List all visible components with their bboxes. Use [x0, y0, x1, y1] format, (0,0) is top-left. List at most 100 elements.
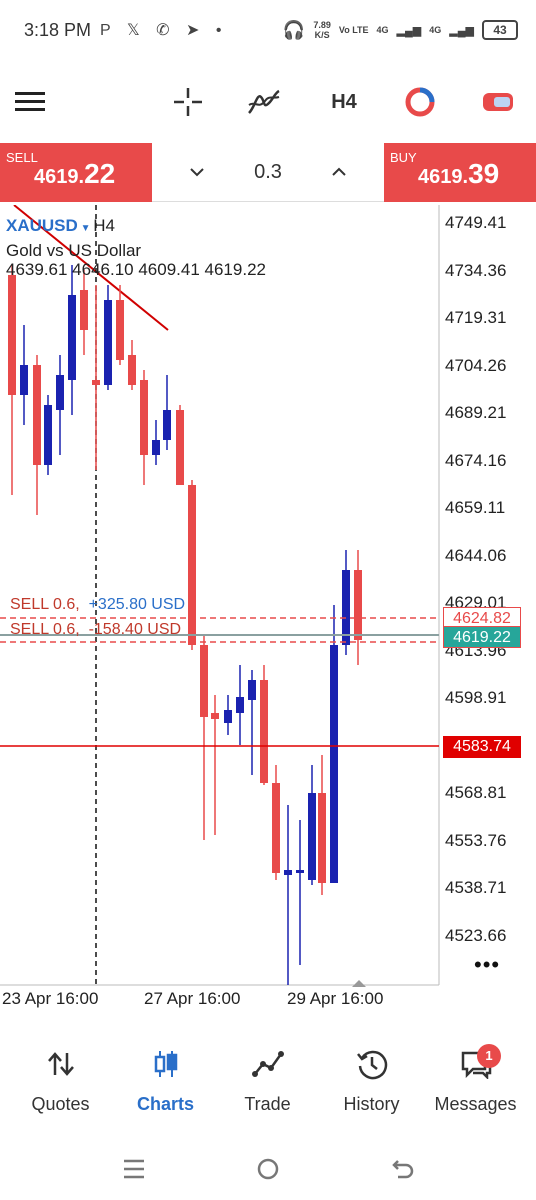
chevron-up-icon[interactable] [330, 163, 348, 186]
candle-body [116, 300, 124, 360]
price-axis-label: 4704.26 [445, 355, 507, 375]
network-4g-2: 4G [429, 25, 442, 35]
status-time: 3:18 PM [24, 20, 92, 40]
chart-header: XAUUSD ▼ H4 Gold vs US Dollar [6, 215, 141, 262]
speed-indicator: 7.89 K/S [313, 20, 331, 40]
candle-body [152, 440, 160, 455]
candle-body [318, 793, 326, 883]
candle-body [308, 793, 316, 880]
scroll-marker-icon [352, 980, 366, 987]
candle-body [236, 697, 244, 713]
ohlc-values: 4639.61 4646.10 4609.41 4619.22 [6, 260, 266, 279]
candle-body [140, 380, 148, 455]
price-axis-label: 4674.16 [445, 450, 507, 470]
time-label: 27 Apr 16:00 [144, 989, 241, 1008]
candle-body [163, 410, 171, 440]
sell-button[interactable]: SELL 4619.22 [0, 143, 152, 202]
bid-price-tag: 4619.22 [443, 626, 521, 648]
candle-body [128, 355, 136, 385]
price-axis-label: 4644.06 [445, 545, 507, 565]
level-price-tag: 4583.74 [443, 736, 521, 758]
system-navigation [0, 1140, 536, 1200]
crosshair-icon[interactable] [170, 82, 206, 122]
candle-body [211, 713, 219, 719]
symbol-description: Gold vs US Dollar [6, 241, 142, 260]
order-label-1: SELL 0.6, +325.80 USD [10, 596, 186, 613]
candle-body [188, 485, 196, 645]
signal-icon-2: ▂▄▆ [449, 24, 474, 37]
notification-icons: P 𝕏 ✆ ➤ • [100, 22, 228, 39]
volume-value[interactable]: 0.3 [152, 161, 384, 184]
network-volte: Vo LTE [338, 25, 369, 35]
symbol-dropdown-icon[interactable]: ▼ [78, 223, 93, 234]
buy-button[interactable]: BUY 4619.39 [384, 143, 536, 202]
nav-messages[interactable]: 1 Messages [422, 1030, 529, 1130]
candle-body [8, 275, 16, 395]
more-dots-icon[interactable]: ••• [474, 952, 500, 978]
messages-badge: 1 [477, 1044, 501, 1068]
candle-body [354, 570, 362, 640]
candle-body [260, 680, 268, 783]
time-label: 29 Apr 16:00 [287, 989, 384, 1008]
nav-trade[interactable]: Trade [214, 1030, 321, 1130]
price-axis-label: 4598.91 [445, 688, 507, 707]
recent-apps-icon[interactable] [122, 1158, 146, 1185]
candle-body [176, 410, 184, 485]
candle-body [68, 295, 76, 380]
candle-body [20, 365, 28, 395]
candle-body [342, 570, 350, 645]
status-bar: 3:18 PM P 𝕏 ✆ ➤ • 🎧 7.89 K/S Vo LTE 4G ▂▄… [0, 0, 536, 62]
order-label-2: SELL 0.6, -158.40 USD [10, 621, 182, 638]
network-4g-1: 4G [376, 25, 389, 35]
history-clock-icon [318, 1048, 425, 1080]
back-icon[interactable] [390, 1157, 414, 1186]
battery-indicator: 43 [482, 20, 518, 40]
candle-body [80, 290, 88, 330]
buy-label: BUY [390, 150, 417, 165]
nav-charts[interactable]: Charts [112, 1030, 219, 1130]
timeframe-button[interactable]: H4 [324, 82, 364, 122]
candle-body [92, 380, 100, 385]
trade-panel: SELL 4619.22 0.3 BUY 4619.39 [0, 143, 536, 204]
sell-price: 4619.22 [34, 158, 116, 189]
home-icon[interactable] [256, 1157, 280, 1186]
chart-timeframe: H4 [93, 216, 115, 235]
price-axis-label: 4523.66 [445, 925, 507, 945]
price-axis-label: 4734.36 [445, 260, 507, 280]
messages-icon: 1 [422, 1044, 529, 1080]
indicators-icon[interactable] [246, 82, 282, 122]
price-axis-label: 4659.11 [445, 498, 506, 517]
candle-body [200, 645, 208, 717]
candle-body [248, 680, 256, 700]
candle-body [330, 645, 338, 883]
candle-body [272, 783, 280, 873]
trade-line-icon [214, 1048, 321, 1080]
candle-body [56, 375, 64, 410]
candles-icon [112, 1048, 219, 1080]
one-click-trading-icon[interactable] [480, 82, 516, 122]
candle-body [296, 870, 304, 873]
candle-body [224, 710, 232, 723]
volume-control: 0.3 [152, 143, 384, 202]
bottom-navigation: Quotes Charts Trade History 1 Messages [0, 1030, 536, 1130]
buy-price: 4619.39 [418, 158, 500, 189]
time-label: 23 Apr 16:00 [2, 989, 99, 1008]
trade-ring-icon[interactable] [402, 82, 438, 122]
chart-toolbar: H4 [0, 62, 536, 142]
candle-body [104, 300, 112, 385]
price-axis-label: 4749.41 [445, 213, 507, 232]
candle-body [33, 365, 41, 465]
candle-body [284, 870, 292, 875]
headset-icon: 🎧 [282, 19, 306, 40]
price-axis-label: 4568.81 [445, 783, 507, 802]
candle-body [44, 405, 52, 465]
nav-quotes[interactable]: Quotes [7, 1030, 114, 1130]
status-right: 🎧 7.89 K/S Vo LTE 4G ▂▄▆ 4G ▂▄▆ 43 [283, 16, 518, 44]
symbol-name[interactable]: XAUUSD [6, 216, 78, 235]
quotes-arrows-icon [7, 1048, 114, 1080]
nav-history[interactable]: History [318, 1030, 425, 1130]
price-chart[interactable]: XAUUSD ▼ H4 Gold vs US Dollar 4639.61 46… [0, 205, 536, 1020]
hamburger-menu-icon[interactable] [14, 82, 46, 122]
price-axis-label: 4719.31 [445, 308, 507, 327]
signal-icon: ▂▄▆ [396, 24, 422, 37]
